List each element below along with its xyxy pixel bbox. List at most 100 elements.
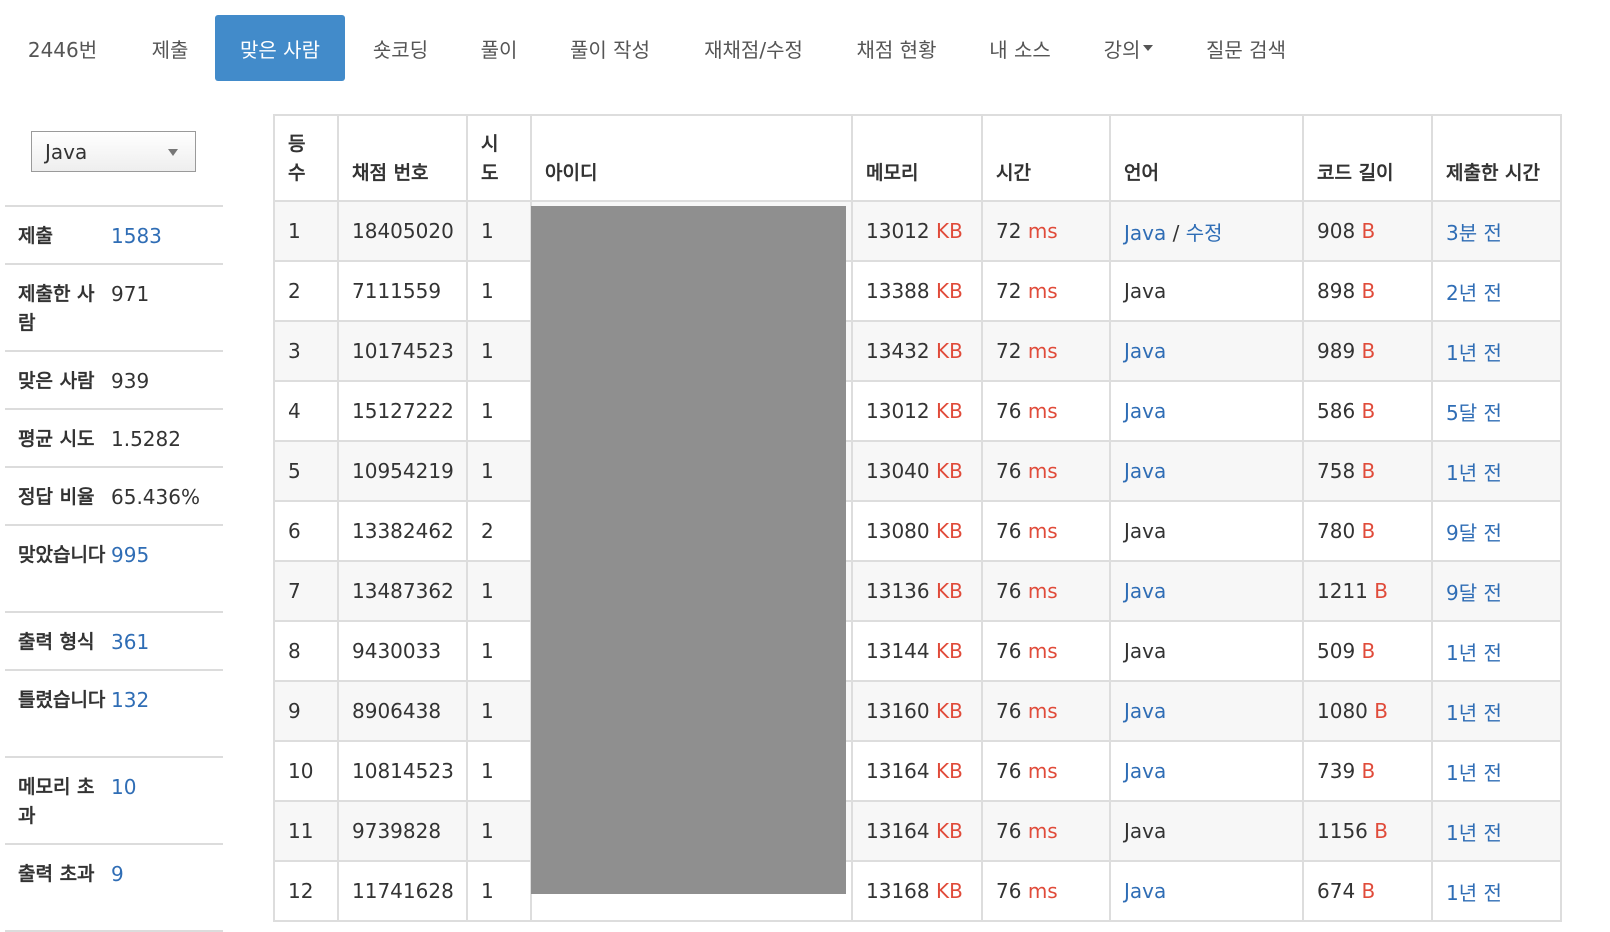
stat-label: 메모리 초과 [18,776,95,827]
stat-value-link[interactable]: 9 [111,860,223,930]
submit-time-link[interactable]: 1년 전 [1446,341,1502,365]
length-unit: B [1374,819,1388,843]
stat-label: 출력 형식 [18,631,95,653]
nav-question-search[interactable]: 질문 검색 [1181,15,1311,81]
stat-value-link[interactable]: 1583 [111,222,223,263]
header-memory: 메모리 [851,114,983,202]
nav-short-coding[interactable]: 숏코딩 [345,15,456,81]
submit-time-link[interactable]: 2년 전 [1446,281,1502,305]
table-row: 3 10174523 1 13432 KB 72 ms Java 989 B 1년 전 [273,320,1562,382]
cell-language: Java [1109,560,1304,622]
stat-value-link[interactable]: 10 [111,773,223,843]
language-select[interactable]: Java [31,131,196,172]
nav-rejudge[interactable]: 재채점/수정 [678,15,829,81]
submit-time-link[interactable]: 9달 전 [1446,521,1502,545]
table-row: 5 10954219 1 13040 KB 76 ms Java 758 B 1년 전 [273,440,1562,502]
cell-submit-time: 9달 전 [1431,500,1562,562]
memory-value: 13432 [866,339,930,363]
nav-accepted-users[interactable]: 맞은 사람 [215,15,345,81]
length-value: 989 [1317,339,1356,363]
cell-rank: 2 [273,260,339,322]
header-code-length: 코드 길이 [1302,114,1433,202]
language-link[interactable]: Java [1124,399,1166,423]
cell-submit-time: 2년 전 [1431,260,1562,322]
stat-value-link[interactable]: 132 [111,686,223,756]
nav-submit[interactable]: 제출 [125,15,215,81]
submit-time-link[interactable]: 9달 전 [1446,581,1502,605]
cell-submit-time: 1년 전 [1431,860,1562,922]
cell-submit-time: 1년 전 [1431,680,1562,742]
cell-submission-id: 9430033 [337,620,468,682]
language-link[interactable]: Java [1124,459,1166,483]
memory-value: 13164 [866,819,930,843]
cell-submit-time: 5달 전 [1431,380,1562,442]
table-row: 10 10814523 1 13164 KB 76 ms Java 739 B 1년 전 [273,740,1562,802]
submit-time-link[interactable]: 1년 전 [1446,761,1502,785]
cell-memory: 13012 KB [851,380,983,442]
submit-time-link[interactable]: 1년 전 [1446,461,1502,485]
stat-row-output-limit: 출력 초과 9 [5,845,223,932]
language-link[interactable]: Java [1124,759,1166,783]
cell-submission-id: 7111559 [337,260,468,322]
stat-label: 출력 초과 [18,863,95,885]
nav-solutions[interactable]: 풀이 [456,15,542,81]
header-rank: 등수 [273,114,339,202]
cell-time: 76 ms [981,740,1111,802]
submit-time-link[interactable]: 1년 전 [1446,821,1502,845]
cell-submission-id: 10814523 [337,740,468,802]
length-unit: B [1361,339,1376,363]
stat-label: 정답 비율 [18,486,95,508]
language-link[interactable]: Java [1124,699,1166,723]
cell-tries: 1 [466,200,532,262]
memory-value: 13040 [866,459,930,483]
cell-memory: 13136 KB [851,560,983,622]
submit-time-link[interactable]: 1년 전 [1446,641,1502,665]
length-unit: B [1361,759,1376,783]
cell-submission-id: 10174523 [337,320,468,382]
time-value: 76 [996,639,1022,663]
cell-language: Java [1109,320,1304,382]
cell-language: Java [1109,380,1304,442]
cell-submission-id: 13382462 [337,500,468,562]
submit-time-link[interactable]: 1년 전 [1446,881,1502,905]
header-tries: 시도 [466,114,532,202]
language-link[interactable]: Java [1124,879,1166,903]
memory-value: 13160 [866,699,930,723]
length-value: 674 [1317,879,1356,903]
memory-unit: KB [935,219,963,243]
language-select-value: Java [45,139,88,164]
length-unit: B [1361,519,1376,543]
cell-language: Java [1109,740,1304,802]
nav-lectures[interactable]: 강의 [1076,15,1181,81]
time-value: 76 [996,759,1022,783]
table-row: 4 15127222 1 13012 KB 76 ms Java 586 B 5달 전 [273,380,1562,442]
stat-value-link[interactable]: 995 [111,541,223,611]
memory-unit: KB [935,879,963,903]
submit-time-link[interactable]: 1년 전 [1446,701,1502,725]
cell-tries: 1 [466,740,532,802]
language-link[interactable]: Java [1124,339,1166,363]
stat-label: 맞았습니다 [18,544,106,566]
cell-rank: 11 [273,800,339,862]
language-link[interactable]: Java [1124,579,1166,603]
table-header-row: 등수 채점 번호 시도 아이디 메모리 시간 언어 코드 길이 제출한 시간 [273,114,1562,202]
cell-tries: 1 [466,860,532,922]
cell-submit-time: 3분 전 [1431,200,1562,262]
cell-language: Java [1109,620,1304,682]
cell-submit-time: 9달 전 [1431,560,1562,622]
language-text: Java [1124,519,1167,543]
cell-time: 72 ms [981,320,1111,382]
stat-value-link[interactable]: 361 [111,628,223,669]
nav-my-source[interactable]: 내 소스 [964,15,1076,81]
language-link[interactable]: Java [1124,221,1166,245]
table-row: 7 13487362 1 13136 KB 76 ms Java 1211 B 9달 전 [273,560,1562,622]
submit-time-link[interactable]: 5달 전 [1446,401,1502,425]
cell-code-length: 509 B [1302,620,1433,682]
submit-time-link[interactable]: 3분 전 [1446,221,1502,245]
nav-judge-status[interactable]: 채점 현황 [829,15,964,81]
edit-link[interactable]: 수정 [1186,221,1223,245]
nav-problem-number[interactable]: 2446번 [0,15,125,81]
cell-code-length: 989 B [1302,320,1433,382]
nav-write-solution[interactable]: 풀이 작성 [542,15,678,81]
cell-tries: 1 [466,440,532,502]
